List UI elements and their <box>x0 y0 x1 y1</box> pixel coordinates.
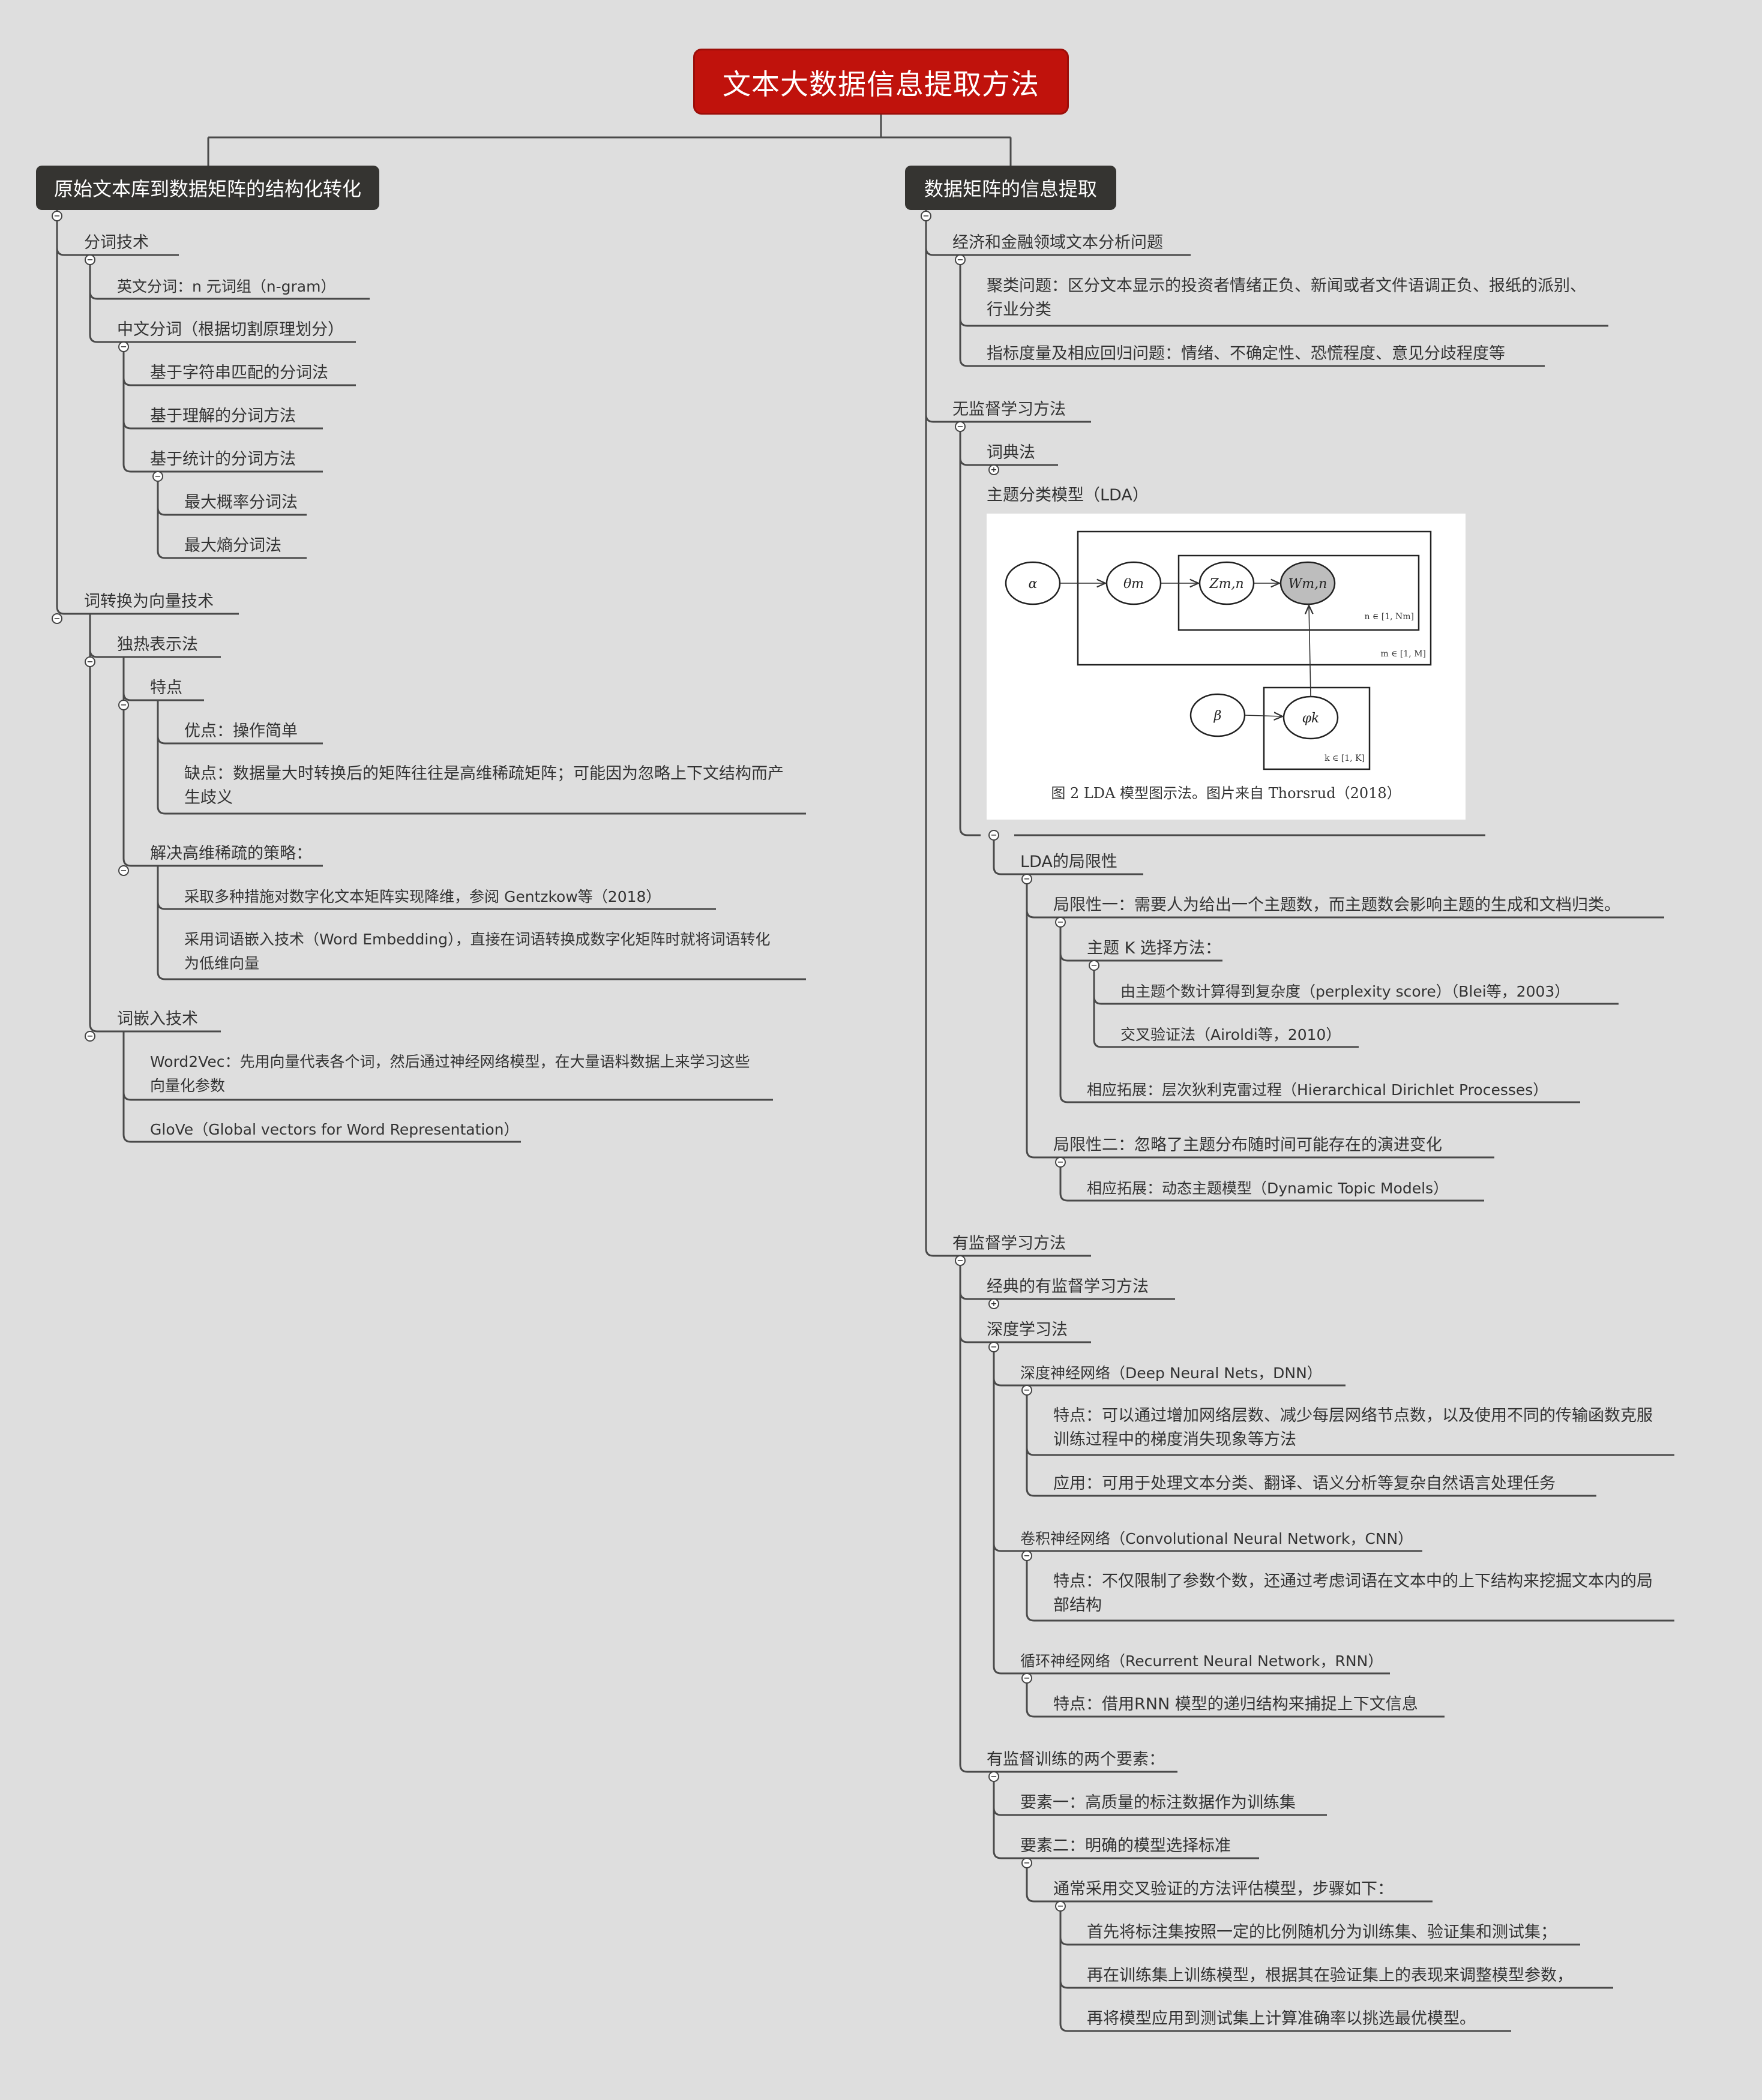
node-topic-model[interactable]: 主题分类模型（LDA） <box>987 484 1149 508</box>
phi-label: φk <box>1302 711 1320 726</box>
collapse-toggle-icon[interactable]: − <box>955 254 966 265</box>
node-dnn-feature[interactable]: 特点：可以通过增加网络层数、减少每层网络节点数，以及使用不同的传输函数克服训练过… <box>1053 1404 1665 1452</box>
node-chinese-segmentation[interactable]: 中文分词（根据切割原理划分） <box>117 318 344 342</box>
collapse-toggle-icon[interactable]: − <box>118 341 129 352</box>
node-pro[interactable]: 优点：操作简单 <box>184 719 298 743</box>
node-strategy-2[interactable]: 采用词语嵌入技术（Word Embedding），直接在词语转换成数字化矩阵时就… <box>184 928 784 976</box>
node-elements[interactable]: 有监督训练的两个要素： <box>987 1748 1165 1772</box>
node-max-entropy[interactable]: 最大熵分词法 <box>184 534 281 558</box>
node-rnn[interactable]: 循环神经网络（Recurrent Neural Network，RNN） <box>1020 1649 1383 1673</box>
node-dnn-application[interactable]: 应用：可用于处理文本分类、翻译、语义分析等复杂自然语言处理任务 <box>1053 1472 1556 1496</box>
collapse-toggle-icon[interactable]: − <box>118 700 129 710</box>
node-element-2[interactable]: 要素二：明确的模型选择标准 <box>1020 1834 1231 1858</box>
collapse-toggle-icon[interactable]: − <box>1089 960 1099 971</box>
collapse-toggle-icon[interactable]: − <box>921 211 931 221</box>
node-features[interactable]: 特点 <box>150 676 182 700</box>
node-index[interactable]: 指标度量及相应回归问题：情绪、不确定性、恐慌程度、意见分歧程度等 <box>987 342 1505 366</box>
lda-caption: 图 2 LDA 模型图示法。图片来自 Thorsrud（2018） <box>1051 785 1401 802</box>
collapse-toggle-icon[interactable]: − <box>1055 1901 1066 1912</box>
w-label: Wm,n <box>1288 577 1328 592</box>
node-supervised[interactable]: 有监督学习方法 <box>952 1232 1066 1256</box>
collapse-toggle-icon[interactable]: − <box>988 830 999 841</box>
mind-map-canvas: 文本大数据信息提取方法 原始文本库到数据矩阵的结构化转化 分词技术 英文分词：n… <box>0 0 1762 2100</box>
z-label: Zm,n <box>1209 577 1243 592</box>
main-topic-right[interactable]: 数据矩阵的信息提取 <box>905 166 1116 210</box>
node-statistics[interactable]: 基于统计的分词方法 <box>150 448 296 472</box>
collapse-toggle-icon[interactable]: − <box>85 656 95 667</box>
alpha-label: α <box>1029 577 1038 592</box>
node-lda-limits[interactable]: LDA的局限性 <box>1020 850 1117 874</box>
node-dictionary[interactable]: 词典法 <box>987 441 1035 465</box>
collapse-toggle-icon[interactable]: − <box>955 421 966 432</box>
collapse-toggle-icon[interactable]: − <box>1021 1858 1032 1868</box>
plate-n-label: n ∈ [1, Nm] <box>1364 612 1414 622</box>
node-string-match[interactable]: 基于字符串匹配的分词法 <box>150 361 328 385</box>
collapse-toggle-icon[interactable]: − <box>52 211 62 221</box>
collapse-toggle-icon[interactable]: − <box>1021 1385 1032 1396</box>
node-word2vec[interactable]: Word2Vec：先用向量代表各个词，然后通过神经网络模型，在大量语料数据上来学… <box>150 1050 756 1098</box>
node-cluster[interactable]: 聚类问题：区分文本显示的投资者情绪正负、新闻或者文件语调正负、报纸的派别、行业分… <box>987 274 1593 322</box>
node-embedding[interactable]: 词嵌入技术 <box>117 1007 198 1031</box>
node-understanding[interactable]: 基于理解的分词方法 <box>150 404 296 428</box>
node-strategy-1[interactable]: 采取多种措施对数字化文本矩阵实现降维，参阅 Gentzkow等（2018） <box>184 885 661 909</box>
node-element-1[interactable]: 要素一：高质量的标注数据作为训练集 <box>1020 1791 1296 1815</box>
node-dtm[interactable]: 相应拓展：动态主题模型（Dynamic Topic Models） <box>1087 1177 1448 1201</box>
node-onehot[interactable]: 独热表示法 <box>117 633 198 657</box>
plate-m-label: m ∈ [1, M] <box>1380 649 1426 659</box>
node-limit-2[interactable]: 局限性二：忽略了主题分布随时间可能存在的演进变化 <box>1053 1133 1442 1157</box>
collapse-toggle-icon[interactable]: − <box>85 1031 95 1042</box>
beta-label: β <box>1213 709 1222 724</box>
node-max-probability[interactable]: 最大概率分词法 <box>184 491 298 515</box>
collapse-toggle-icon[interactable]: − <box>1021 1673 1032 1684</box>
node-k-method[interactable]: 主题 K 选择方法： <box>1087 937 1221 961</box>
collapse-toggle-icon[interactable]: − <box>988 1342 999 1352</box>
collapse-toggle-icon[interactable]: − <box>955 1255 966 1266</box>
expand-toggle-icon[interactable]: + <box>988 464 999 475</box>
theta-label: θm <box>1123 577 1144 592</box>
node-english-segmentation[interactable]: 英文分词：n 元词组（n-gram） <box>117 275 335 299</box>
node-limit-1[interactable]: 局限性一：需要人为给出一个主题数，而主题数会影响主题的生成和文档归类。 <box>1053 893 1620 917</box>
node-con[interactable]: 缺点：数据量大时转换后的矩阵往往是高维稀疏矩阵；可能因为忽略上下文结构而产生歧义 <box>184 762 784 810</box>
node-hdp[interactable]: 相应拓展：层次狄利克雷过程（Hierarchical Dirichlet Pro… <box>1087 1078 1548 1102</box>
node-cross-validation[interactable]: 交叉验证法（Airoldi等，2010） <box>1120 1023 1341 1047</box>
collapse-toggle-icon[interactable]: − <box>988 1771 999 1782</box>
node-cnn-feature[interactable]: 特点：不仅限制了参数个数，还通过考虑词语在文本中的上下结构来挖掘文本内的局部结构 <box>1053 1570 1659 1618</box>
lda-plate-diagram: α θm Zm,n Wm,n β φk n ∈ [1, Nm] m ∈ [1, … <box>1005 530 1432 770</box>
node-deep-learning[interactable]: 深度学习法 <box>987 1318 1068 1342</box>
node-dnn[interactable]: 深度神经网络（Deep Neural Nets，DNN） <box>1020 1361 1322 1385</box>
collapse-toggle-icon[interactable]: − <box>1055 917 1066 928</box>
collapse-toggle-icon[interactable]: − <box>1055 1157 1066 1168</box>
node-step-2[interactable]: 再在训练集上训练模型，根据其在验证集上的表现来调整模型参数， <box>1087 1964 1573 1988</box>
node-glove[interactable]: GloVe（Global vectors for Word Representa… <box>150 1118 519 1142</box>
node-econ[interactable]: 经济和金融领域文本分析问题 <box>952 231 1163 255</box>
node-vectorize[interactable]: 词转换为向量技术 <box>84 590 214 614</box>
node-step-1[interactable]: 首先将标注集按照一定的比例随机分为训练集、验证集和测试集； <box>1087 1921 1557 1945</box>
collapse-toggle-icon[interactable]: − <box>1021 874 1032 884</box>
collapse-toggle-icon[interactable]: − <box>52 613 62 624</box>
node-unsupervised[interactable]: 无监督学习方法 <box>952 398 1066 422</box>
node-perplexity[interactable]: 由主题个数计算得到复杂度（perplexity score）（Blei等，200… <box>1120 980 1569 1004</box>
collapse-toggle-icon[interactable]: − <box>85 254 95 265</box>
node-cv-steps[interactable]: 通常采用交叉验证的方法评估模型，步骤如下： <box>1053 1877 1394 1901</box>
plate-k-label: k ∈ [1, K] <box>1325 754 1365 763</box>
root-topic[interactable]: 文本大数据信息提取方法 <box>693 49 1069 115</box>
node-strategy[interactable]: 解决高维稀疏的策略： <box>150 842 312 866</box>
node-classic[interactable]: 经典的有监督学习方法 <box>987 1275 1149 1299</box>
collapse-toggle-icon[interactable]: − <box>118 865 129 876</box>
collapse-toggle-icon[interactable]: − <box>152 471 163 482</box>
node-step-3[interactable]: 再将模型应用到测试集上计算准确率以挑选最优模型。 <box>1087 2007 1476 2031</box>
collapse-toggle-icon[interactable]: − <box>1021 1550 1032 1561</box>
main-topic-left[interactable]: 原始文本库到数据矩阵的结构化转化 <box>36 166 379 210</box>
expand-toggle-icon[interactable]: + <box>988 1298 999 1309</box>
lda-figure: α θm Zm,n Wm,n β φk n ∈ [1, Nm] m ∈ [1, … <box>987 514 1466 820</box>
node-cnn[interactable]: 卷积神经网络（Convolutional Neural Network，CNN） <box>1020 1527 1413 1551</box>
node-rnn-feature[interactable]: 特点：借用RNN 模型的递归结构来捕捉上下文信息 <box>1053 1693 1418 1717</box>
node-segmentation[interactable]: 分词技术 <box>84 231 149 255</box>
